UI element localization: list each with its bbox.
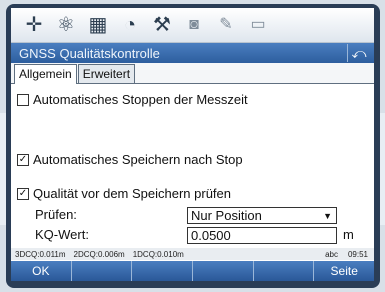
notes-icon[interactable]: ✎ — [213, 12, 239, 38]
back-arrow-icon: ⤺ — [351, 44, 367, 61]
auto-stop-label: Automatisches Stoppen der Messzeit — [33, 92, 248, 107]
globe-icon[interactable]: ◔ — [117, 12, 143, 38]
status-time: 09:51 — [347, 249, 368, 259]
auto-stop-option[interactable]: Automatisches Stoppen der Messzeit — [17, 92, 248, 107]
toolbar: ✛ ⚛ ▦ ◔ ⚒ ◙ ✎ ▭ — [11, 8, 374, 43]
window-titlebar: GNSS Qualitätskontrolle ⤺ — [11, 43, 374, 63]
pruefen-value: Nur Position — [191, 208, 262, 223]
softkey-bar: OK Seite — [11, 261, 374, 281]
ok-button[interactable]: OK — [11, 261, 72, 281]
window-title: GNSS Qualitätskontrolle — [19, 45, 160, 61]
softkey-5[interactable] — [254, 261, 315, 281]
kq-wert-input[interactable]: 0.0500 — [187, 227, 337, 244]
window-icon[interactable]: ▭ — [245, 12, 271, 38]
screen: ✛ ⚛ ▦ ◔ ⚒ ◙ ✎ ▭ GNSS Qualitätskontrolle … — [11, 8, 374, 281]
status-1dcq: 1DCQ:0.010m — [132, 249, 184, 259]
pruefen-label: Prüfen: — [35, 207, 77, 222]
auto-save-label: Automatisches Speichern nach Stop — [33, 152, 243, 167]
form-content: Automatisches Stoppen der Messzeit ✓ Aut… — [11, 84, 374, 244]
seite-button[interactable]: Seite — [314, 261, 374, 281]
status-bar: 3DCQ:0.011m 2DCQ:0.006m 1DCQ:0.010m abc … — [11, 248, 374, 260]
crosshair-icon[interactable]: ✛ — [21, 12, 47, 38]
camera-icon[interactable]: ◙ — [181, 12, 207, 38]
tab-erweitert[interactable]: Erweitert — [77, 64, 136, 83]
quality-check-option[interactable]: ✓ Qualität vor dem Speichern prüfen — [17, 186, 231, 201]
status-2dcq: 2DCQ:0.006m — [73, 249, 125, 259]
pruefen-select[interactable]: Nur Position ▼ — [187, 207, 337, 224]
satellite-icon[interactable]: ⚛ — [53, 12, 79, 38]
quality-check-label: Qualität vor dem Speichern prüfen — [33, 186, 231, 201]
auto-save-checkbox[interactable]: ✓ — [17, 153, 29, 166]
softkey-4[interactable] — [193, 261, 254, 281]
kq-wert-label: KQ-Wert: — [35, 227, 89, 242]
auto-stop-checkbox[interactable] — [17, 93, 29, 106]
kq-wert-unit: m — [343, 227, 354, 242]
auto-save-option[interactable]: ✓ Automatisches Speichern nach Stop — [17, 152, 243, 167]
status-input-mode: abc — [325, 249, 338, 259]
kq-wert-value: 0.0500 — [191, 228, 231, 243]
keypad-icon[interactable]: ▦ — [85, 12, 111, 38]
status-3dcq: 3DCQ:0.011m — [15, 249, 66, 259]
device-frame: ✛ ⚛ ▦ ◔ ⚒ ◙ ✎ ▭ GNSS Qualitätskontrolle … — [6, 4, 380, 288]
tools-icon[interactable]: ⚒ — [149, 12, 175, 38]
quality-check-checkbox[interactable]: ✓ — [17, 187, 29, 200]
softkey-3[interactable] — [132, 261, 194, 281]
back-button[interactable]: ⤺ — [347, 44, 370, 62]
tab-allgemein[interactable]: Allgemein — [14, 64, 77, 84]
tab-bar: Allgemein Erweitert — [11, 63, 374, 84]
softkey-2[interactable] — [72, 261, 133, 281]
chevron-down-icon: ▼ — [323, 210, 332, 221]
